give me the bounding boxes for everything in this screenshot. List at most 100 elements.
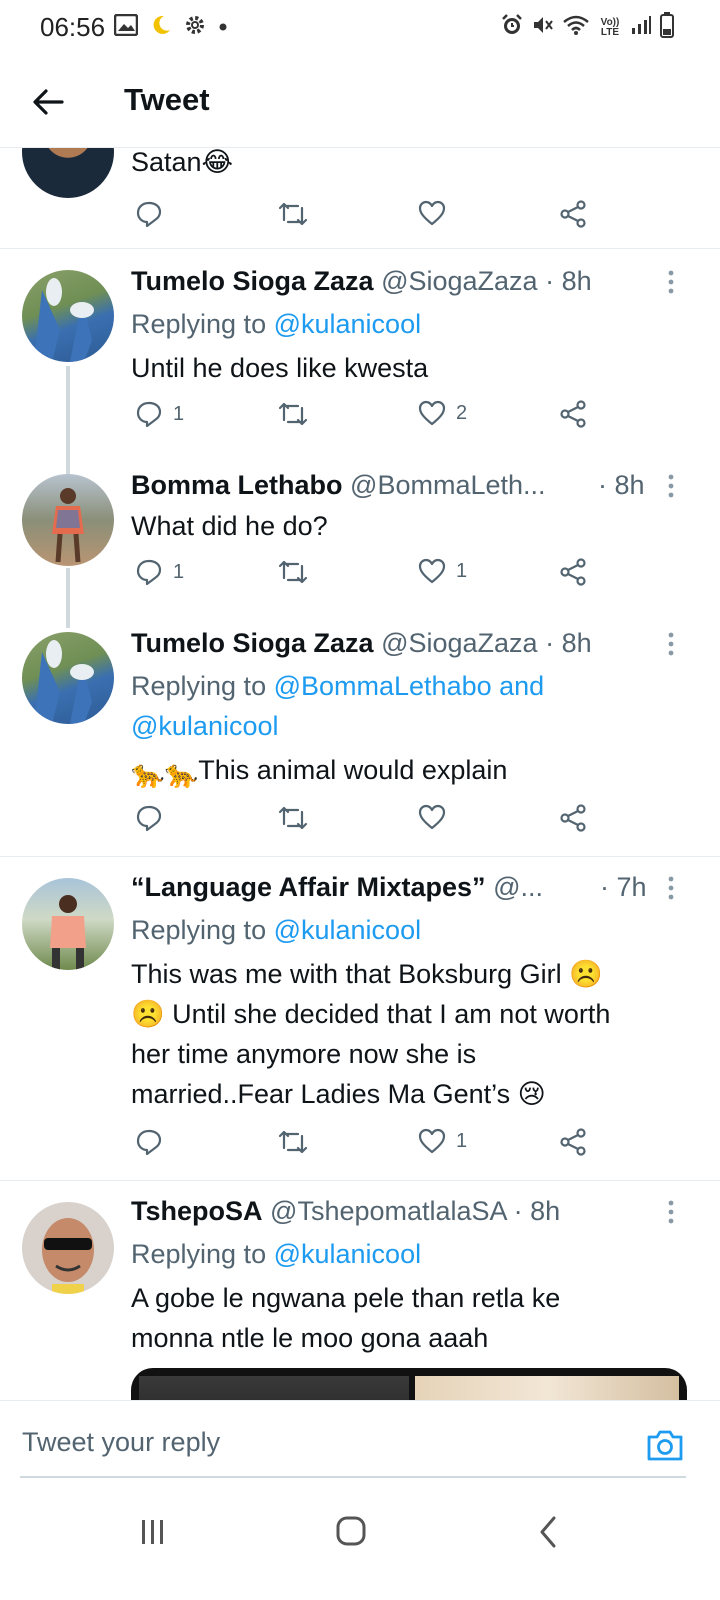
tweet-line: married..Fear Ladies Ma Gent’s 😢 [131, 1079, 546, 1109]
more-options-icon[interactable] [664, 874, 678, 904]
media-image-right [415, 1376, 679, 1400]
avatar[interactable] [22, 632, 114, 724]
tweet-line: A gobe le ngwana pele than retla ke [131, 1283, 561, 1313]
like-count: 2 [456, 401, 468, 424]
battery-icon [660, 12, 674, 43]
more-options-icon[interactable] [664, 472, 678, 502]
reply-icon [136, 1129, 162, 1156]
tweet-header: Tumelo Sioga Zaza @SiogaZaza · 8h [131, 628, 660, 659]
retweet-button[interactable] [277, 200, 309, 228]
tweet-actions: 1 2 [131, 400, 611, 436]
avatar[interactable] [22, 270, 114, 362]
mention-link[interactable]: @kulanicool [274, 1239, 422, 1269]
avatar[interactable] [22, 148, 114, 198]
avatar[interactable] [22, 1202, 114, 1294]
like-button[interactable] [418, 804, 446, 830]
heart-icon [418, 804, 446, 830]
reply-button[interactable]: 1 [135, 400, 184, 428]
mention-link[interactable]: @kulanicool [274, 309, 422, 339]
retweet-icon [278, 806, 308, 830]
gear-icon [184, 14, 206, 41]
tweet-actions [131, 804, 611, 840]
tweet-media[interactable] [131, 1368, 687, 1400]
reply-button[interactable] [135, 804, 163, 832]
replying-to: Replying to @kulanicool [131, 910, 421, 950]
media-image-left [139, 1376, 409, 1400]
reply-input[interactable]: Tweet your reply [22, 1427, 220, 1458]
share-button[interactable] [559, 400, 587, 428]
system-nav-bar [0, 1480, 720, 1600]
reply-button[interactable] [135, 1128, 163, 1156]
replying-label: Replying to [131, 671, 274, 701]
reply-icon [136, 401, 162, 428]
share-button[interactable] [559, 1128, 587, 1156]
reply-icon [136, 559, 162, 586]
replying-to: Replying to @kulanicool [131, 304, 421, 344]
tweet-time: · 8h [545, 628, 592, 658]
retweet-icon [278, 560, 308, 584]
more-options-icon[interactable] [664, 268, 678, 298]
avatar[interactable] [22, 474, 114, 566]
more-options-icon[interactable] [664, 630, 678, 660]
home-icon[interactable] [326, 1512, 376, 1552]
like-button[interactable]: 1 [418, 1128, 467, 1154]
share-icon [560, 558, 586, 586]
share-button[interactable] [559, 558, 587, 586]
reply-count: 1 [173, 560, 185, 583]
heart-icon [418, 558, 446, 584]
reply-button[interactable]: 1 [135, 558, 184, 586]
like-button[interactable]: 2 [418, 400, 467, 426]
tweet-2[interactable]: Bomma Lethabo @BommaLeth... · 8h What di… [0, 466, 720, 626]
user-handle[interactable]: @TshepomatlalaSA [270, 1196, 506, 1226]
mention-link[interactable]: @kulanicool [274, 915, 422, 945]
user-handle[interactable]: @BommaLeth... [350, 470, 546, 500]
replying-label: Replying to [131, 915, 274, 945]
like-button[interactable]: 1 [418, 558, 467, 584]
tweet-header: Tumelo Sioga Zaza @SiogaZaza · 8h [131, 266, 660, 297]
display-name[interactable]: Tumelo Sioga Zaza [131, 628, 374, 658]
replying-to: Replying to @kulanicool [131, 1234, 421, 1274]
retweet-icon [278, 202, 308, 226]
tweet-1[interactable]: Tumelo Sioga Zaza @SiogaZaza · 8h Replyi… [0, 248, 720, 448]
like-button[interactable] [418, 200, 446, 226]
back-nav-icon[interactable] [524, 1512, 574, 1552]
tweet-actions: 1 [131, 1128, 611, 1164]
user-handle[interactable]: @... [493, 872, 543, 902]
display-name[interactable]: “Language Affair Mixtapes” [131, 872, 486, 902]
tweet-text: A gobe le ngwana pele than retla ke monn… [131, 1278, 691, 1358]
mention-link[interactable]: @kulanicool [131, 711, 279, 741]
display-name[interactable]: Tumelo Sioga Zaza [131, 266, 374, 296]
user-handle[interactable]: @SiogaZaza [381, 266, 538, 296]
share-button[interactable] [559, 200, 587, 228]
tweet-4[interactable]: “Language Affair Mixtapes” @... · 7h Rep… [0, 856, 720, 1180]
leopard-emoji: 🐆🐆 [131, 759, 199, 789]
more-options-icon[interactable] [664, 1198, 678, 1228]
tweet-0[interactable]: Satan😂 [0, 148, 720, 248]
reply-feed[interactable]: Satan😂 Tumelo Sioga Zaza @SiogaZaza · 8h… [0, 148, 720, 1400]
reply-icon [136, 201, 162, 228]
back-arrow-icon[interactable] [28, 82, 68, 122]
user-handle[interactable]: @SiogaZaza [381, 628, 538, 658]
share-button[interactable] [559, 804, 587, 832]
tweet-text: This was me with that Boksburg Girl ☹️ ☹… [131, 954, 691, 1114]
display-name[interactable]: TshepoSA [131, 1196, 263, 1226]
display-name[interactable]: Bomma Lethabo [131, 470, 343, 500]
camera-icon[interactable] [646, 1427, 684, 1463]
retweet-button[interactable] [277, 804, 309, 832]
tweet-5[interactable]: TshepoSA @TshepomatlalaSA · 8h Replying … [0, 1180, 720, 1400]
reply-composer: Tweet your reply [0, 1400, 720, 1480]
avatar[interactable] [22, 878, 114, 970]
like-count: 1 [456, 1129, 468, 1152]
tweet-time: · 8h [598, 470, 645, 500]
status-bar: 06:56 Vo)) LTE [0, 0, 720, 56]
share-icon [560, 200, 586, 228]
reply-button[interactable] [135, 200, 163, 228]
mute-icon [532, 14, 554, 41]
tweet-3[interactable]: Tumelo Sioga Zaza @SiogaZaza · 8h Replyi… [0, 624, 720, 854]
replying-to: Replying to @BommaLethabo and @kulanicoo… [131, 666, 544, 746]
recent-apps-icon[interactable] [128, 1512, 178, 1552]
retweet-button[interactable] [277, 558, 309, 586]
mention-link[interactable]: @BommaLethabo and [274, 671, 545, 701]
retweet-button[interactable] [277, 400, 309, 428]
retweet-button[interactable] [277, 1128, 309, 1156]
